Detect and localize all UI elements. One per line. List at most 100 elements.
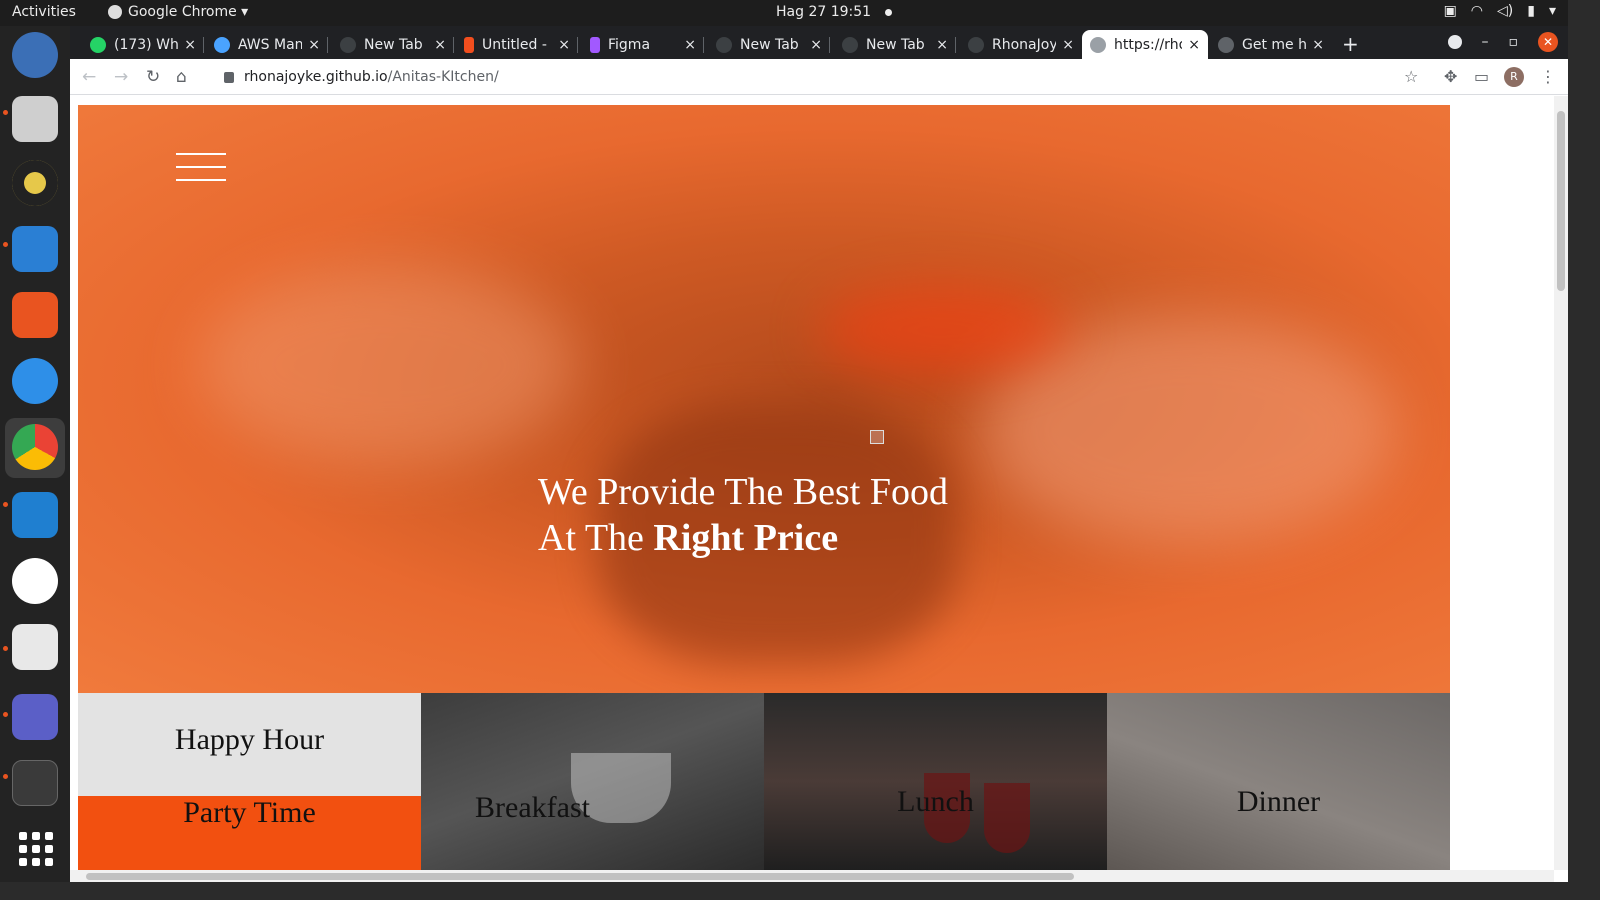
volume-icon[interactable]: ◁) — [1497, 3, 1513, 19]
clock[interactable]: Hag 27 19:51 — [776, 4, 893, 20]
address-bar[interactable]: rhonajoyke.github.io /Anitas-KItchen/ — [212, 63, 1448, 91]
help-icon[interactable] — [12, 358, 58, 404]
extensions-puzzle-icon[interactable]: ✥ — [1444, 67, 1457, 86]
tab-title: AWS Management — [238, 36, 303, 53]
tab-close-icon[interactable]: × — [1312, 37, 1324, 53]
tab-aws[interactable]: AWS Management × — [206, 30, 328, 59]
window-close-icon[interactable]: ✕ — [1538, 32, 1558, 52]
horizontal-scroll-thumb[interactable] — [86, 873, 1074, 880]
tab-close-icon[interactable]: × — [684, 37, 696, 53]
headline-line-1: We Provide The Best Food — [538, 471, 948, 513]
battery-icon[interactable]: ▮ — [1527, 3, 1535, 19]
activities-button[interactable]: Activities — [12, 4, 76, 20]
tab-close-icon[interactable]: × — [558, 37, 570, 53]
tab-search-icon[interactable] — [1447, 35, 1462, 49]
tab-close-icon[interactable]: × — [936, 37, 948, 53]
document-viewer-icon[interactable] — [12, 624, 58, 670]
tile-breakfast[interactable]: Breakfast — [421, 693, 764, 870]
reload-icon[interactable]: ↻ — [146, 67, 160, 87]
back-icon[interactable]: ← — [82, 67, 96, 87]
minimize-icon[interactable]: – — [1482, 34, 1489, 50]
chrome-window: (173) WhatsApp × AWS Management × New Ta… — [70, 26, 1568, 882]
vertical-scrollbar[interactable] — [1554, 96, 1568, 870]
new-tab-button[interactable]: + — [1342, 32, 1359, 56]
tab-title: Get me hired — [1242, 36, 1307, 53]
tab-github[interactable]: RhonaJoyke × — [960, 30, 1082, 59]
tab-close-icon[interactable]: × — [810, 37, 822, 53]
files-icon[interactable] — [12, 96, 58, 142]
url-path: /Anitas-KItchen/ — [387, 69, 499, 85]
restore-icon[interactable]: ▫ — [1509, 34, 1519, 50]
thunderbird-icon[interactable] — [12, 32, 58, 78]
teams-tray-icon[interactable]: ▣ — [1444, 3, 1457, 19]
home-icon[interactable]: ⌂ — [176, 67, 187, 87]
tab-close-icon[interactable]: × — [1188, 37, 1200, 53]
forward-icon[interactable]: → — [114, 67, 128, 87]
running-indicator — [3, 646, 8, 651]
app-menu[interactable]: Google Chrome ▾ — [108, 4, 248, 20]
tab-title: Figma — [608, 36, 651, 53]
cast-icon[interactable]: ▭ — [1474, 67, 1489, 86]
tab-untitled-figma[interactable]: Untitled - Figma × — [456, 30, 578, 59]
window-controls: – ▫ ✕ — [1447, 32, 1558, 52]
tab-close-icon[interactable]: × — [184, 37, 196, 53]
party-time-banner[interactable]: Party Time — [78, 796, 421, 870]
url-host: rhonajoyke.github.io — [244, 69, 388, 85]
show-applications-icon[interactable] — [19, 832, 53, 866]
tab-new-tab-1[interactable]: New Tab × — [332, 30, 454, 59]
vertical-scroll-thumb[interactable] — [1557, 111, 1565, 291]
figma-icon — [590, 36, 600, 53]
hero-headline: We Provide The Best Food At The Right Pr… — [538, 469, 948, 561]
tab-title: New Tab — [866, 36, 925, 53]
chrome-small-icon — [108, 5, 122, 19]
tab-figma[interactable]: Figma × — [582, 30, 704, 59]
tab-strip: (173) WhatsApp × AWS Management × New Ta… — [70, 26, 1568, 59]
running-indicator — [3, 502, 8, 507]
tab-close-icon[interactable]: × — [434, 37, 446, 53]
wifi-icon[interactable]: ◠ — [1471, 3, 1483, 19]
globe-icon — [1090, 36, 1106, 53]
ubuntu-dock — [0, 26, 70, 882]
tab-close-icon[interactable]: × — [308, 37, 320, 53]
aws-icon — [214, 36, 230, 53]
tab-new-tab-2[interactable]: New Tab × — [708, 30, 830, 59]
tab-title: https://rhonajoyke — [1114, 36, 1182, 53]
terminal-icon[interactable] — [12, 760, 58, 806]
tab-title: New Tab — [740, 36, 799, 53]
chrome-icon[interactable] — [12, 424, 58, 470]
system-menu-chevron-icon[interactable]: ▾ — [1549, 3, 1556, 19]
running-indicator — [3, 774, 8, 779]
slack-icon[interactable] — [12, 558, 58, 604]
tab-whatsapp[interactable]: (173) WhatsApp × — [82, 30, 204, 59]
tile-dinner[interactable]: Dinner — [1107, 693, 1450, 870]
libreoffice-writer-icon[interactable] — [12, 226, 58, 272]
lunch-label: Lunch — [897, 785, 974, 818]
tab-title: Untitled - Figma — [482, 36, 552, 53]
running-indicator — [3, 110, 8, 115]
tab-title: RhonaJoyke — [992, 36, 1057, 53]
rhythmbox-icon[interactable] — [12, 160, 58, 206]
chrome-menu-icon[interactable]: ⋮ — [1540, 67, 1556, 86]
tab-get-me-hired[interactable]: Get me hired × — [1210, 30, 1332, 59]
horizontal-scrollbar[interactable] — [70, 870, 1554, 882]
hamburger-menu-icon[interactable] — [176, 153, 226, 181]
newtab-icon — [340, 36, 356, 53]
clock-text: Hag 27 19:51 — [776, 4, 872, 20]
software-center-icon[interactable] — [12, 292, 58, 338]
tile-lunch[interactable]: Lunch — [764, 693, 1107, 870]
party-time-label: Party Time — [183, 796, 316, 829]
tab-new-tab-3[interactable]: New Tab × — [834, 30, 956, 59]
tab-close-icon[interactable]: × — [1062, 37, 1074, 53]
bookmark-star-icon[interactable]: ☆ — [1404, 67, 1418, 86]
lock-icon[interactable] — [224, 71, 234, 83]
teams-icon[interactable] — [12, 694, 58, 740]
headline-emphasis: Right Price — [653, 517, 839, 559]
system-tray[interactable]: ▣ ◠ ◁) ▮ ▾ — [1444, 3, 1556, 19]
hero-banner: We Provide The Best Food At The Right Pr… — [78, 105, 1450, 693]
notification-dot — [885, 8, 893, 16]
tab-active-anitas-kitchen[interactable]: https://rhonajoyke × — [1082, 30, 1208, 59]
vscode-icon[interactable] — [12, 492, 58, 538]
profile-avatar[interactable]: R — [1504, 67, 1524, 87]
meal-tiles: Happy Hour Party Time Breakfast Lunch Di… — [78, 693, 1450, 870]
tile-happy-hour[interactable]: Happy Hour Party Time — [78, 693, 421, 870]
